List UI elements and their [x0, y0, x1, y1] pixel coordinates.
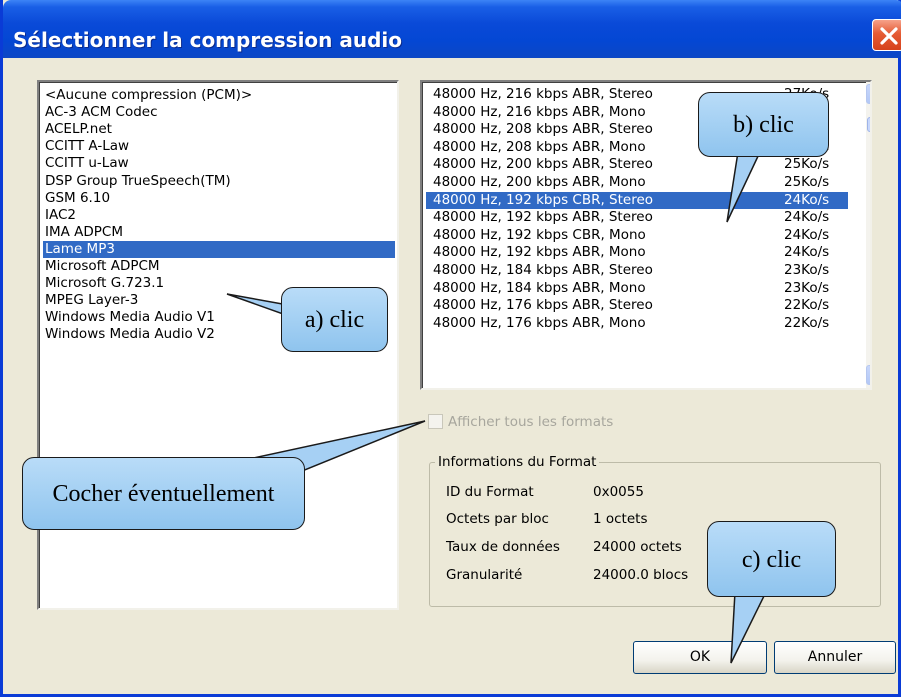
- callout-b: b) clic: [698, 92, 829, 157]
- callout-a: a) clic: [281, 287, 388, 352]
- callout-d: Cocher éventuellement: [22, 457, 305, 530]
- callout-c: c) clic: [707, 521, 836, 597]
